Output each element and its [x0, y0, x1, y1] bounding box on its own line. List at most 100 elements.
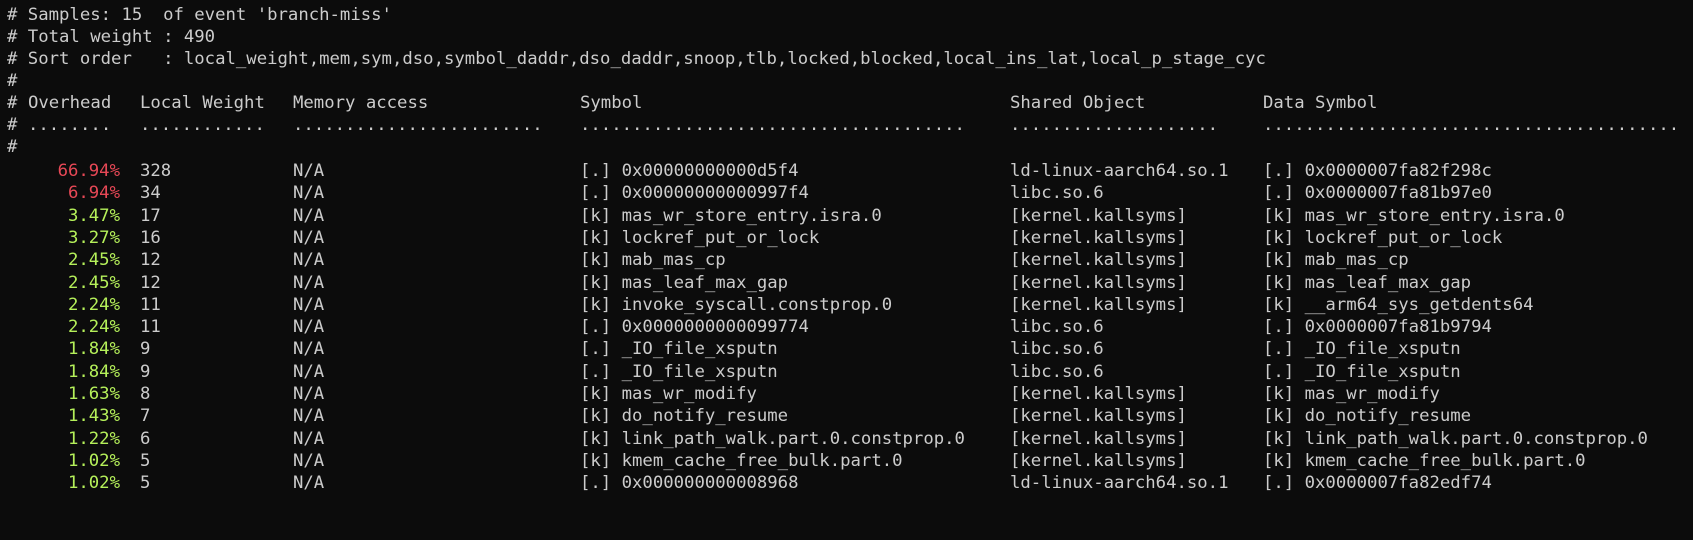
local-weight-cell: 12: [140, 272, 161, 293]
separator-local-weight: ............: [140, 115, 265, 135]
memory-access-cell: N/A: [293, 361, 325, 382]
memory-access-cell: N/A: [293, 473, 325, 494]
overhead-cell: 6.94%: [67, 183, 120, 204]
data-symbol-cell: [.] 0x0000007fa82f298c: [1263, 161, 1492, 181]
header-memory-access: Memory access: [293, 93, 429, 113]
memory-access-cell: N/A: [293, 428, 325, 449]
data-symbol-cell: [.] 0x0000007fa81b9794: [1263, 317, 1492, 338]
data-symbol-cell: [k] __arm64_sys_getdents64: [1263, 294, 1534, 315]
data-symbol-cell: [k] mas_leaf_max_gap: [1263, 272, 1472, 293]
data-symbol-cell: [k] link_path_walk.part.0.constprop.0: [1263, 428, 1648, 449]
shared-object-cell: [kernel.kallsyms]: [1010, 272, 1187, 293]
header-overhead: Overhead: [28, 93, 112, 113]
symbol-cell: [k] mas_wr_store_entry.isra.0: [580, 205, 882, 226]
local-weight-cell: 7: [140, 406, 151, 427]
memory-access-cell: N/A: [293, 406, 325, 427]
header-data-symbol: Data Symbol: [1263, 93, 1378, 113]
shared-object-cell: [kernel.kallsyms]: [1010, 428, 1187, 449]
table-row: 2.24% 11 N/A [.] 0x0000000000099774 libc.so.…: [7, 315, 1687, 339]
overhead-cell: 3.47%: [67, 205, 120, 226]
symbol-cell: [.] _IO_file_xsputn: [580, 339, 778, 360]
table-row: 1.02% 5 N/A [k] kmem_cache_free_bulk.part.0…: [7, 449, 1687, 473]
shared-object-cell: [kernel.kallsyms]: [1010, 384, 1187, 404]
shared-object-cell: [kernel.kallsyms]: [1010, 227, 1187, 248]
header-symbol: Symbol: [580, 93, 643, 113]
shared-object-cell: [kernel.kallsyms]: [1010, 406, 1187, 427]
data-symbol-cell: [.] _IO_file_xsputn: [1263, 339, 1461, 360]
column-separator-row: # ........ ............ ................…: [7, 113, 1693, 137]
overhead-cell: 1.43%: [67, 406, 120, 427]
symbol-cell: [.] 0x00000000000997f4: [580, 183, 809, 204]
local-weight-cell: 9: [140, 339, 151, 360]
table-row: 1.63% 8 N/A [k] mas_wr_modify [kernel.kallsy…: [7, 382, 1687, 406]
shared-object-cell: [kernel.kallsyms]: [1010, 250, 1187, 271]
header-local-weight: Local Weight: [140, 93, 265, 113]
header-shared-object: Shared Object: [1010, 93, 1146, 113]
memory-access-cell: N/A: [293, 339, 325, 360]
local-weight-cell: 16: [140, 227, 161, 248]
symbol-cell: [k] lockref_put_or_lock: [580, 227, 820, 248]
local-weight-cell: 6: [140, 428, 151, 449]
local-weight-cell: 17: [140, 205, 161, 226]
local-weight-cell: 9: [140, 361, 151, 382]
data-symbol-cell: [.] _IO_file_xsputn: [1263, 361, 1461, 382]
overhead-cell: 1.84%: [67, 339, 120, 360]
table-row: 1.43% 7 N/A [k] do_notify_resume [kernel.kal…: [7, 404, 1687, 428]
overhead-cell: 2.24%: [67, 317, 120, 338]
local-weight-cell: 12: [140, 250, 161, 271]
table-row: 1.02% 5 N/A [.] 0x000000000008968 ld-linux-a…: [7, 471, 1687, 495]
overhead-cell: 1.63%: [67, 384, 120, 404]
data-symbol-cell: [k] kmem_cache_free_bulk.part.0: [1263, 450, 1586, 471]
data-symbol-cell: [k] mab_mas_cp: [1263, 250, 1409, 271]
memory-access-cell: N/A: [293, 205, 325, 226]
separator-shared-object: ....................: [1010, 115, 1219, 135]
table-row: 1.84% 9 N/A [.] _IO_file_xsputn libc.so.6 [.]…: [7, 337, 1687, 361]
table-row: 3.47% 17 N/A [k] mas_wr_store_entry.isra.0 […: [7, 204, 1687, 228]
separator-symbol: .....................................: [580, 115, 965, 135]
data-symbol-cell: [k] mas_wr_modify: [1263, 384, 1440, 404]
column-header-row: # Overhead Local Weight Memory access Sy…: [7, 91, 1687, 115]
data-symbol-cell: [.] 0x0000007fa81b97e0: [1263, 183, 1492, 204]
header-hash: #: [7, 93, 18, 113]
table-row: 2.45% 12 N/A [k] mab_mas_cp [kernel.kallsyms…: [7, 248, 1687, 272]
data-symbol-cell: [k] mas_wr_store_entry.isra.0: [1263, 205, 1565, 226]
shared-object-cell: [kernel.kallsyms]: [1010, 205, 1187, 226]
local-weight-cell: 11: [140, 294, 161, 315]
comment-line: #: [7, 137, 18, 157]
symbol-cell: [.] 0x0000000000099774: [580, 317, 809, 338]
memory-access-cell: N/A: [293, 384, 325, 404]
symbol-cell: [k] do_notify_resume: [580, 406, 789, 427]
memory-access-cell: N/A: [293, 161, 325, 181]
local-weight-cell: 11: [140, 317, 161, 338]
table-row: 6.94% 34 N/A [.] 0x00000000000997f4 libc.so.…: [7, 181, 1687, 205]
data-symbol-cell: [.] 0x0000007fa82edf74: [1263, 473, 1492, 494]
shared-object-cell: [kernel.kallsyms]: [1010, 294, 1187, 315]
table-row: 2.45% 12 N/A [k] mas_leaf_max_gap [kernel.ka…: [7, 271, 1687, 295]
comment-line: #: [7, 71, 18, 91]
data-symbol-cell: [k] lockref_put_or_lock: [1263, 227, 1503, 248]
shared-object-cell: libc.so.6: [1010, 339, 1104, 360]
shared-object-cell: ld-linux-aarch64.so.1: [1010, 161, 1229, 181]
symbol-cell: [k] mas_wr_modify: [580, 384, 757, 404]
overhead-cell: 2.45%: [67, 250, 120, 271]
samples-line: # Samples: 15 of event 'branch-miss': [7, 5, 392, 25]
sort-order-line: # Sort order : local_weight,mem,sym,dso,…: [7, 49, 1266, 69]
overhead-cell: 1.02%: [67, 473, 120, 494]
overhead-cell: 66.94%: [57, 161, 120, 181]
memory-access-cell: N/A: [293, 450, 325, 471]
shared-object-cell: libc.so.6: [1010, 361, 1104, 382]
shared-object-cell: [kernel.kallsyms]: [1010, 450, 1187, 471]
shared-object-cell: libc.so.6: [1010, 317, 1104, 338]
overhead-cell: 1.22%: [67, 428, 120, 449]
memory-access-cell: N/A: [293, 250, 325, 271]
local-weight-cell: 34: [140, 183, 161, 204]
symbol-cell: [k] invoke_syscall.constprop.0: [580, 294, 893, 315]
symbol-cell: [.] 0x00000000000d5f4: [580, 161, 799, 181]
symbol-cell: [.] 0x000000000008968: [580, 473, 799, 494]
data-symbol-cell: [k] do_notify_resume: [1263, 406, 1472, 427]
total-weight-line: # Total weight : 490: [7, 27, 216, 47]
shared-object-cell: libc.so.6: [1010, 183, 1104, 204]
local-weight-cell: 5: [140, 473, 151, 494]
terminal-window[interactable]: # Samples: 15 of event 'branch-miss' # T…: [0, 0, 1693, 540]
memory-access-cell: N/A: [293, 317, 325, 338]
